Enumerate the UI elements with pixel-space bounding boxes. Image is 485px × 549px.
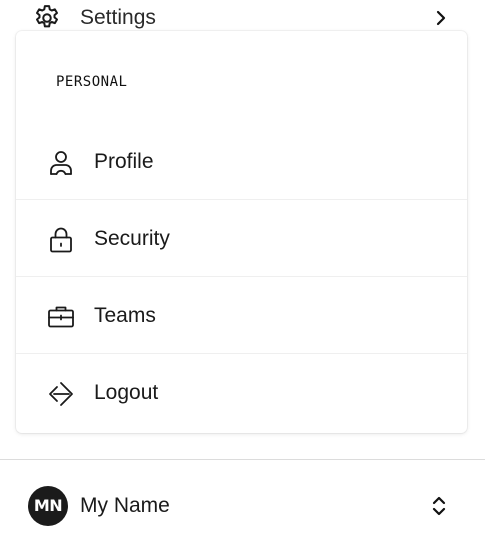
- menu-item-label: Logout: [94, 381, 159, 404]
- avatar: MN: [28, 486, 68, 526]
- menu-item-teams[interactable]: Teams: [16, 277, 467, 354]
- divider: [0, 459, 485, 460]
- personal-menu: PERSONAL Profile Security Teams Logout: [16, 31, 467, 433]
- lock-icon: [46, 225, 76, 255]
- logout-icon: [46, 379, 76, 409]
- navigation-panel: Settings PERSONAL Profile Security Teams…: [0, 0, 485, 549]
- chevron-right-icon: [432, 7, 450, 29]
- user-name: My Name: [80, 494, 170, 517]
- menu-item-label: Profile: [94, 150, 154, 173]
- chevron-up-down-icon: [430, 494, 448, 518]
- menu-item-profile[interactable]: Profile: [16, 123, 467, 200]
- menu-item-security[interactable]: Security: [16, 200, 467, 277]
- menu-item-logout[interactable]: Logout: [16, 354, 467, 431]
- gear-icon: [32, 3, 62, 33]
- menu-item-label: Teams: [94, 304, 156, 327]
- section-label-personal: PERSONAL: [56, 74, 128, 90]
- menu-item-label: Security: [94, 227, 170, 250]
- settings-label: Settings: [80, 6, 156, 29]
- briefcase-icon: [46, 302, 76, 332]
- user-icon: [46, 148, 76, 178]
- user-account-switcher[interactable]: MN My Name: [0, 461, 485, 549]
